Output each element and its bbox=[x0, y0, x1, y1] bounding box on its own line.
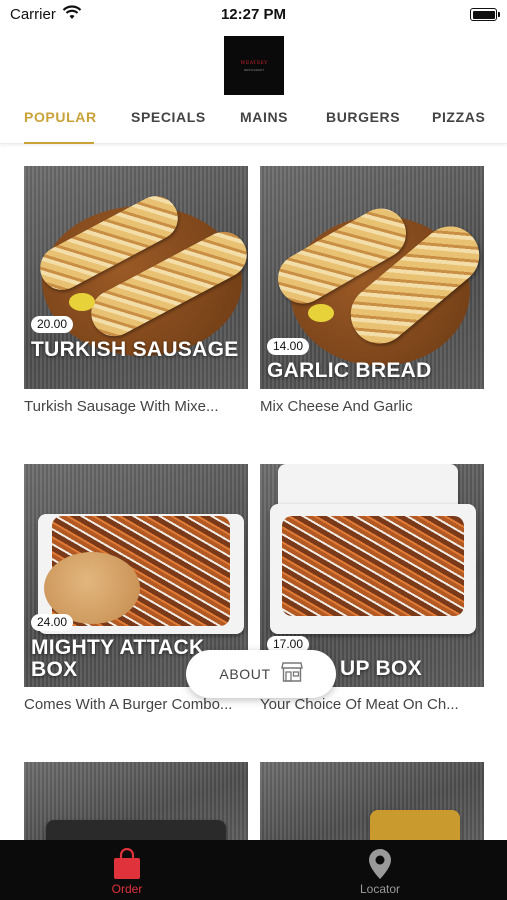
food-photo bbox=[24, 762, 248, 840]
nav-locator[interactable]: Locator bbox=[315, 840, 445, 900]
price-badge: 20.00 bbox=[31, 316, 73, 333]
status-bar: Carrier 12:27 PM bbox=[0, 0, 507, 30]
tab-popular[interactable]: POPULAR bbox=[24, 109, 97, 125]
price-badge: 14.00 bbox=[267, 338, 309, 355]
menu-item-card[interactable] bbox=[24, 762, 248, 840]
item-title: UP BOX bbox=[340, 657, 422, 680]
about-label: ABOUT bbox=[219, 666, 271, 682]
menu-item-card[interactable]: 14.00 GARLIC BREAD Mix Cheese And Garlic bbox=[260, 166, 484, 415]
location-pin-icon bbox=[367, 848, 393, 880]
tab-pizzas[interactable]: PIZZAS bbox=[432, 109, 485, 125]
restaurant-logo: WEATSEY RESTAURANT bbox=[224, 36, 284, 95]
item-description: Comes With A Burger Combo... bbox=[24, 696, 233, 713]
bottom-navigation: Order Locator bbox=[0, 840, 507, 900]
menu-item-card[interactable] bbox=[260, 762, 484, 840]
active-tab-indicator bbox=[24, 142, 94, 144]
food-photo: 14.00 GARLIC BREAD bbox=[260, 166, 484, 389]
shopping-bag-icon bbox=[112, 847, 142, 880]
tab-specials[interactable]: SPECIALS bbox=[131, 109, 206, 125]
nav-order[interactable]: Order bbox=[62, 840, 192, 900]
food-photo: 20.00 TURKISH SAUSAGE bbox=[24, 166, 248, 389]
price-badge: 24.00 bbox=[31, 614, 73, 631]
item-description: Turkish Sausage With Mixe... bbox=[24, 398, 219, 415]
about-button[interactable]: ABOUT bbox=[186, 650, 336, 698]
item-title: TURKISH SAUSAGE bbox=[31, 338, 239, 361]
nav-locator-label: Locator bbox=[359, 882, 401, 896]
clock: 12:27 PM bbox=[220, 6, 287, 23]
nav-order-label: Order bbox=[111, 882, 143, 896]
tab-burgers[interactable]: BURGERS bbox=[326, 109, 400, 125]
logo-name: WEATSEY bbox=[240, 59, 268, 66]
battery-icon bbox=[470, 8, 500, 21]
storefront-icon bbox=[280, 661, 303, 687]
food-photo bbox=[260, 762, 484, 840]
item-description: Your Choice Of Meat On Ch... bbox=[260, 696, 459, 713]
category-tabs: POPULAR SPECIALS MAINS BURGERS PIZZAS bbox=[0, 100, 507, 144]
tab-mains[interactable]: MAINS bbox=[240, 109, 288, 125]
logo-subtitle: RESTAURANT bbox=[243, 67, 265, 72]
item-title: GARLIC BREAD bbox=[267, 359, 432, 382]
item-description: Mix Cheese And Garlic bbox=[260, 398, 413, 415]
menu-item-card[interactable]: 20.00 TURKISH SAUSAGE Turkish Sausage Wi… bbox=[24, 166, 248, 415]
